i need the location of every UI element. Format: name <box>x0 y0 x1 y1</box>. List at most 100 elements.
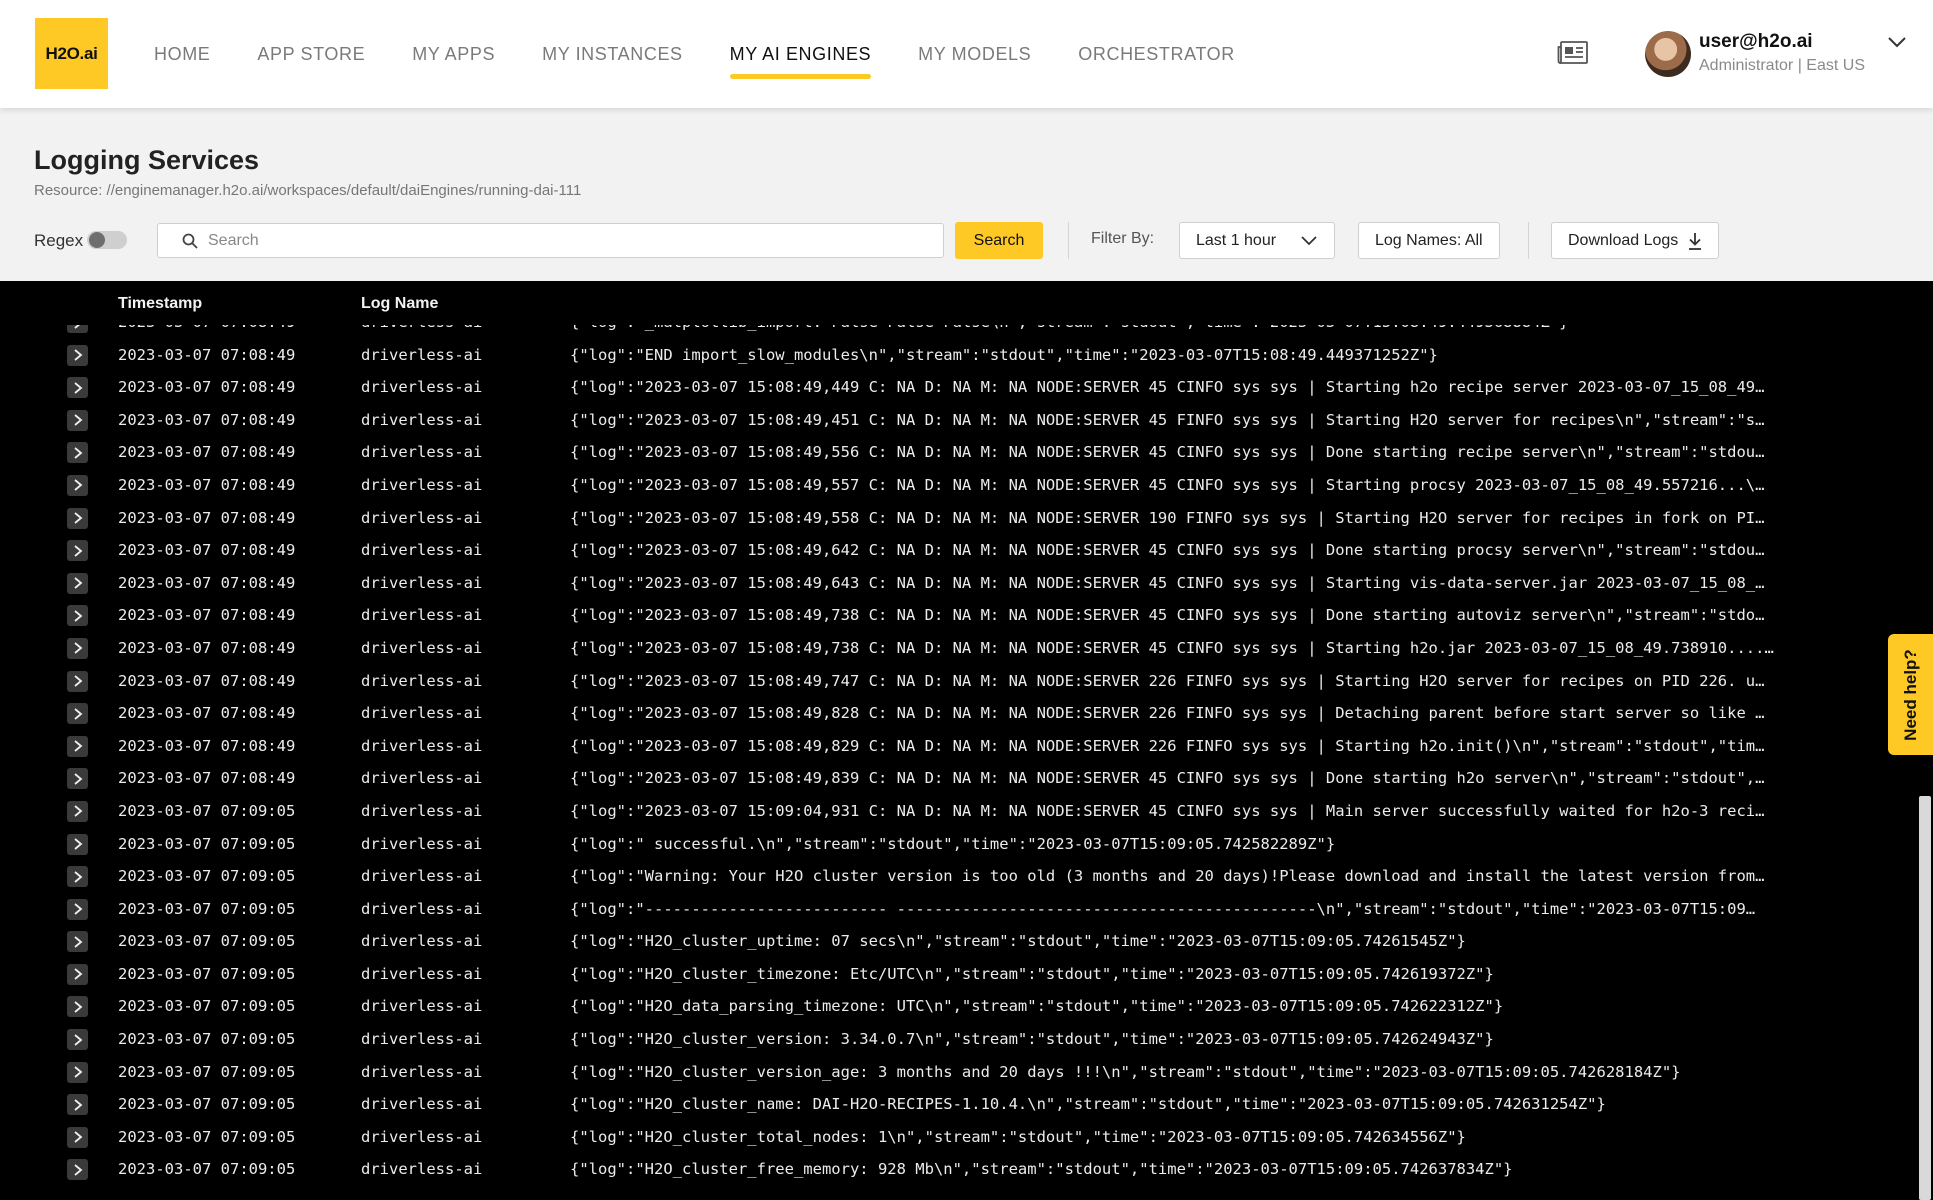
log-row[interactable]: 2023-03-07 07:09:05 driverless-ai {"log":"… <box>0 828 1933 861</box>
nav-item-my-ai-engines[interactable]: MY AI ENGINES <box>729 0 872 108</box>
log-row[interactable]: 2023-03-07 07:09:05 driverless-ai {"log":"… <box>0 958 1933 991</box>
expand-row-button[interactable] <box>67 377 88 399</box>
log-name: driverless-ai <box>361 964 483 983</box>
chevron-right-icon <box>73 675 82 687</box>
expand-row-button[interactable] <box>67 409 88 431</box>
expand-row-button[interactable] <box>67 605 88 627</box>
expand-row-button[interactable] <box>67 800 88 822</box>
expand-row-button[interactable] <box>67 768 88 790</box>
log-row[interactable]: 2023-03-07 07:08:49 driverless-ai {"log":"… <box>0 339 1933 372</box>
chevron-right-icon <box>73 381 82 394</box>
expand-row-button[interactable] <box>67 996 88 1018</box>
log-message: {"log":"H2O_cluster_free_memory: 928 Mb\… <box>570 1160 1513 1179</box>
log-name: driverless-ai <box>361 508 483 527</box>
expand-row-button[interactable] <box>67 866 88 888</box>
expand-row-button[interactable] <box>67 703 88 725</box>
chevron-down-icon[interactable] <box>1887 35 1907 49</box>
log-row[interactable]: 2023-03-07 07:08:49 driverless-ai {"log":"… <box>0 697 1933 730</box>
column-header-timestamp[interactable]: Timestamp <box>118 295 202 313</box>
user-avatar[interactable] <box>1645 31 1691 77</box>
search-button[interactable]: Search <box>955 222 1043 259</box>
log-row[interactable]: 2023-03-07 07:09:05 driverless-ai {"log":"… <box>0 1088 1933 1121</box>
log-row[interactable]: 2023-03-07 07:08:49 driverless-ai {"log":"… <box>0 404 1933 437</box>
log-row[interactable]: 2023-03-07 07:08:49 driverless-ai {"log":"… <box>0 762 1933 795</box>
time-range-select[interactable]: Last 1 hour <box>1179 222 1335 259</box>
log-row[interactable]: 2023-03-07 07:08:49 driverless-ai {"log":"… <box>0 469 1933 502</box>
log-row[interactable]: 2023-03-07 07:09:05 driverless-ai {"log":"… <box>0 990 1933 1023</box>
expand-row-button[interactable] <box>67 1029 88 1051</box>
log-row[interactable]: 2023-03-07 07:08:49 driverless-ai {"log":"… <box>0 534 1933 567</box>
log-row[interactable]: 2023-03-07 07:09:05 driverless-ai {"log":"… <box>0 1056 1933 1089</box>
expand-row-button[interactable] <box>67 507 88 529</box>
newspaper-icon[interactable] <box>1557 40 1589 66</box>
expand-row-button[interactable] <box>67 1094 88 1116</box>
log-timestamp: 2023-03-07 07:08:49 <box>118 606 296 625</box>
expand-row-button[interactable] <box>67 1061 88 1083</box>
log-message: {"log":"END import_slow_modules\n","stre… <box>570 345 1438 364</box>
log-message: {"log":"H2O_cluster_version: 3.34.0.7\n"… <box>570 1030 1494 1049</box>
log-row[interactable]: 2023-03-07 07:09:05 driverless-ai {"log":"… <box>0 925 1933 958</box>
log-row[interactable]: 2023-03-07 07:08:49 driverless-ai {"log":"… <box>0 567 1933 600</box>
chevron-right-icon <box>73 1001 82 1013</box>
expand-row-button[interactable] <box>67 735 88 757</box>
expand-row-button[interactable] <box>67 540 88 562</box>
log-row[interactable]: 2023-03-07 07:09:05 driverless-ai {"log":"… <box>0 1153 1933 1186</box>
nav-item-my-apps[interactable]: MY APPS <box>412 0 495 108</box>
expand-row-button[interactable] <box>67 670 88 692</box>
expand-row-button[interactable] <box>67 572 88 594</box>
log-message: {"log":"2023-03-07 15:08:49,558 C: NA D:… <box>570 508 1765 527</box>
expand-row-button[interactable] <box>67 1126 88 1148</box>
expand-row-button[interactable] <box>67 344 88 366</box>
chevron-right-icon <box>73 870 82 883</box>
nav-item-app-store[interactable]: APP STORE <box>257 0 365 108</box>
log-row[interactable]: 2023-03-07 07:09:05 driverless-ai {"log":"… <box>0 893 1933 926</box>
log-row[interactable]: 2023-03-07 07:08:49 driverless-ai {"log":"… <box>0 371 1933 404</box>
chevron-right-icon <box>73 936 82 948</box>
log-message: {"log":" successful.\n","stream":"stdout… <box>570 834 1336 853</box>
nav-item-orchestrator[interactable]: ORCHESTRATOR <box>1078 0 1235 108</box>
expand-row-button[interactable] <box>67 637 88 659</box>
chevron-right-icon <box>73 838 82 850</box>
log-names-filter[interactable]: Log Names: All <box>1358 222 1500 259</box>
download-logs-label: Download Logs <box>1568 231 1679 249</box>
log-name: driverless-ai <box>361 1160 483 1179</box>
h2o-logo[interactable]: H2O.ai <box>35 18 108 89</box>
log-message: {"log":"2023-03-07 15:08:49,556 C: NA D:… <box>570 443 1765 462</box>
expand-row-button[interactable] <box>67 833 88 855</box>
log-message: {"log":"2023-03-07 15:09:04,931 C: NA D:… <box>570 801 1765 820</box>
log-row[interactable]: 2023-03-07 07:09:05 driverless-ai {"log":"… <box>0 1023 1933 1056</box>
log-table-header: Timestamp Log Name <box>0 281 1933 325</box>
log-name: driverless-ai <box>361 932 483 951</box>
log-name: driverless-ai <box>361 1095 483 1114</box>
log-message: {"log":"2023-03-07 15:08:49,449 C: NA D:… <box>570 378 1765 397</box>
nav-item-my-models[interactable]: MY MODELS <box>918 0 1031 108</box>
log-row[interactable]: 2023-03-07 07:08:49 driverless-ai {"log":"… <box>0 436 1933 469</box>
expand-row-button[interactable] <box>67 1159 88 1181</box>
expand-row-button[interactable] <box>67 898 88 920</box>
need-help-tab[interactable]: Need help? <box>1888 634 1933 755</box>
log-name: driverless-ai <box>361 345 483 364</box>
expand-row-button[interactable] <box>67 442 88 464</box>
expand-row-button[interactable] <box>67 963 88 985</box>
log-row[interactable]: 2023-03-07 07:09:05 driverless-ai {"log":"… <box>0 795 1933 828</box>
search-input[interactable] <box>208 230 928 252</box>
log-row[interactable]: 2023-03-07 07:09:05 driverless-ai {"log":"… <box>0 860 1933 893</box>
expand-row-button[interactable] <box>67 474 88 496</box>
log-message: {"log":"2023-03-07 15:08:49,839 C: NA D:… <box>570 769 1765 788</box>
log-row[interactable]: 2023-03-07 07:08:49 driverless-ai {"log":"… <box>0 632 1933 665</box>
download-logs-button[interactable]: Download Logs <box>1551 222 1720 259</box>
log-row[interactable]: 2023-03-07 07:09:05 driverless-ai {"log":"… <box>0 1121 1933 1154</box>
nav-item-home[interactable]: HOME <box>154 0 210 108</box>
chevron-right-icon <box>73 740 82 752</box>
nav-item-my-instances[interactable]: MY INSTANCES <box>542 0 683 108</box>
scrollbar[interactable] <box>1919 796 1931 1200</box>
log-row[interactable]: 2023-03-07 07:08:49 driverless-ai {"log":"… <box>0 599 1933 632</box>
log-name: driverless-ai <box>361 867 483 886</box>
log-row[interactable]: 2023-03-07 07:08:49 driverless-ai {"log":"… <box>0 665 1933 698</box>
expand-row-button[interactable] <box>67 931 88 953</box>
regex-toggle[interactable] <box>87 231 127 249</box>
column-header-log-name[interactable]: Log Name <box>361 295 438 313</box>
log-row[interactable]: 2023-03-07 07:08:49 driverless-ai {"log":"… <box>0 730 1933 763</box>
log-row[interactable]: 2023-03-07 07:08:49 driverless-ai {"log":"… <box>0 502 1933 535</box>
time-range-value: Last 1 hour <box>1196 231 1277 249</box>
